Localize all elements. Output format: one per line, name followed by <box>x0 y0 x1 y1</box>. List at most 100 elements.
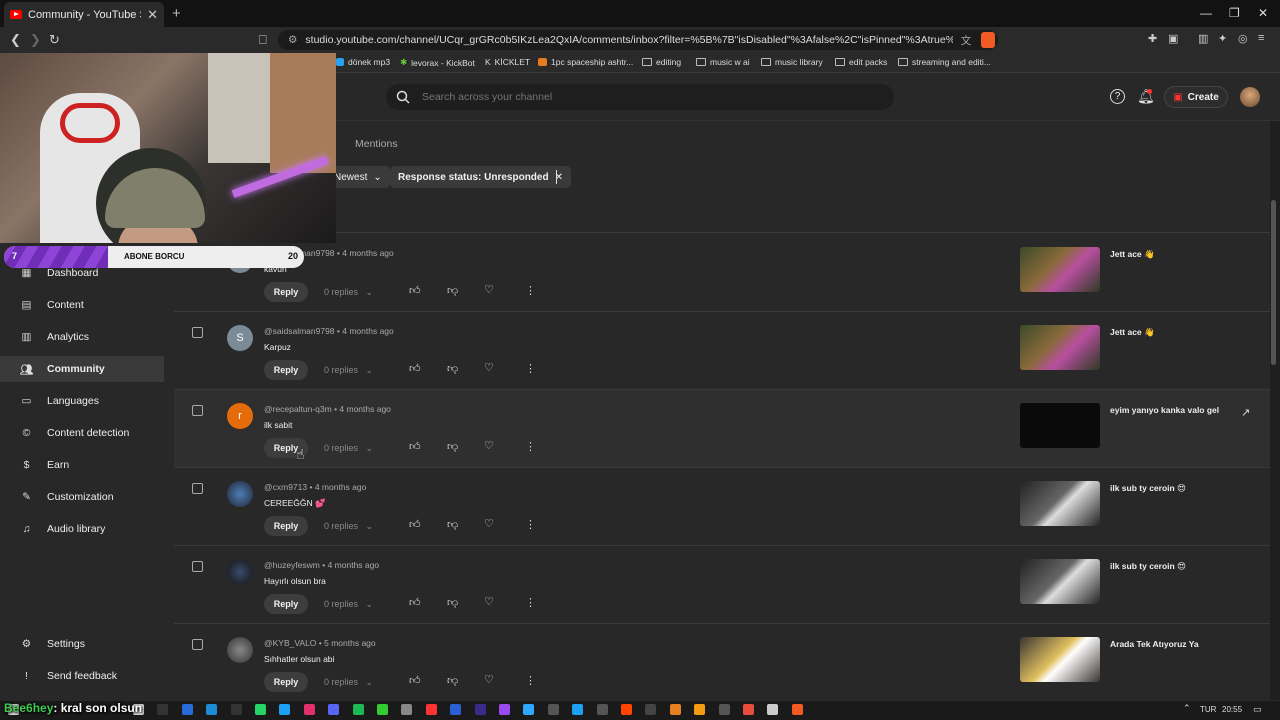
commenter-avatar[interactable]: r <box>227 403 253 429</box>
replies-toggle[interactable]: 0 replies ⌄ <box>324 521 373 532</box>
notification-center-icon[interactable]: ▭ <box>1253 704 1262 715</box>
taskbar-app-icon[interactable] <box>425 704 437 715</box>
more-options-icon[interactable]: ⋮ <box>525 284 536 297</box>
taskbar-app-icon[interactable] <box>352 704 364 715</box>
taskbar-app-icon[interactable] <box>767 704 779 715</box>
bookmark-folder[interactable]: streaming and editi... <box>898 57 991 67</box>
video-thumbnail[interactable] <box>1020 637 1100 682</box>
taskbar-app-icon[interactable] <box>206 704 218 715</box>
bookmark-item[interactable]: 1pc spaceship ashtr... <box>538 57 633 67</box>
close-window-icon[interactable]: ✕ <box>1258 6 1268 20</box>
taskbar-app-icon[interactable] <box>499 704 510 715</box>
reply-button[interactable]: Reply <box>264 282 308 302</box>
taskbar-app-icon[interactable] <box>645 704 657 715</box>
video-title[interactable]: Jett ace 👋 <box>1110 249 1155 260</box>
taskbar-clock[interactable]: 20:55 <box>1222 705 1242 714</box>
sidebar-item-audio-library[interactable]: ♫ Audio library <box>0 516 164 542</box>
replies-toggle[interactable]: 0 replies ⌄ <box>324 287 373 298</box>
url-bar[interactable]: ⚙ studio.youtube.com/channel/UCqr_grGRc0… <box>278 30 998 50</box>
taskbar-app-icon[interactable] <box>523 704 535 715</box>
menu-icon[interactable]: ≡ <box>1258 32 1264 44</box>
dislike-icon[interactable]: 👎︎ <box>447 284 458 297</box>
open-external-icon[interactable]: ↗ <box>1241 406 1250 419</box>
more-options-icon[interactable]: ⋮ <box>525 674 536 687</box>
reply-button[interactable]: Reply <box>264 360 308 380</box>
tab-mentions[interactable]: Mentions <box>355 138 398 150</box>
sidebar-toggle-icon[interactable]: ▥ <box>1198 32 1208 45</box>
filter-chip-response-status[interactable]: Response status: Unresponded ✕ <box>390 166 571 188</box>
search-input[interactable] <box>422 91 842 103</box>
forward-icon[interactable]: ❯ <box>30 32 41 48</box>
taskbar-app-icon[interactable] <box>279 704 291 715</box>
scrollbar[interactable] <box>1271 200 1276 365</box>
commenter-avatar[interactable]: S <box>227 325 253 351</box>
taskbar-app-icon[interactable] <box>743 704 754 715</box>
brave-shield-icon[interactable] <box>981 32 995 48</box>
profile-avatar[interactable] <box>1240 87 1260 107</box>
taskbar-app-icon[interactable] <box>157 704 169 715</box>
replies-toggle[interactable]: 0 replies ⌄ <box>324 443 373 454</box>
like-icon[interactable]: 👍︎ <box>409 362 421 375</box>
taskbar-app-icon[interactable] <box>474 704 486 715</box>
taskbar-app-icon[interactable] <box>718 704 730 715</box>
channel-search[interactable] <box>386 84 894 110</box>
extensions-icon[interactable]: ✚ <box>1148 32 1157 45</box>
taskbar-app-icon[interactable] <box>401 704 413 715</box>
more-options-icon[interactable]: ⋮ <box>525 518 536 531</box>
sidebar-item-analytics[interactable]: ▥ Analytics <box>0 324 164 350</box>
commenter-avatar[interactable] <box>227 559 253 585</box>
reply-button[interactable]: Reply <box>264 594 308 614</box>
video-thumbnail[interactable] <box>1020 247 1100 292</box>
taskbar-app-icon[interactable] <box>694 704 706 715</box>
heart-icon[interactable]: ♡ <box>484 673 494 686</box>
dislike-icon[interactable]: 👎︎ <box>447 596 458 609</box>
taskbar-app-icon[interactable] <box>669 704 681 715</box>
tray-chevron-icon[interactable]: ⌃ <box>1183 703 1191 714</box>
dislike-icon[interactable]: 👎︎ <box>447 362 458 375</box>
leo-icon[interactable]: ✦ <box>1218 32 1227 45</box>
like-icon[interactable]: 👍︎ <box>409 518 421 531</box>
video-title[interactable]: eyim yanıyo kanka valo gel <box>1110 405 1219 415</box>
site-info-icon[interactable]: ⚙ <box>288 34 297 46</box>
sidebar-item-content-detection[interactable]: © Content detection <box>0 420 164 446</box>
taskbar-app-icon[interactable] <box>791 704 803 715</box>
taskbar-language[interactable]: TUR <box>1200 705 1216 714</box>
dislike-icon[interactable]: 👎︎ <box>447 674 458 687</box>
more-options-icon[interactable]: ⋮ <box>525 440 536 453</box>
comment-author[interactable]: @saidsalman9798 <box>264 326 335 336</box>
replies-toggle[interactable]: 0 replies ⌄ <box>324 599 373 610</box>
taskbar-app-icon[interactable] <box>230 704 242 715</box>
minimize-icon[interactable]: — <box>1200 6 1212 20</box>
sidebar-item-settings[interactable]: ⚙ Settings <box>0 631 164 657</box>
taskbar-app-icon[interactable] <box>303 704 315 715</box>
comment-checkbox[interactable] <box>192 561 203 572</box>
video-thumbnail[interactable] <box>1020 481 1100 526</box>
comment-author[interactable]: @cxm9713 <box>264 482 307 492</box>
video-title[interactable]: ilk sub ty ceroin 😍 <box>1110 483 1186 494</box>
bookmark-folder[interactable]: music w ai <box>696 57 750 67</box>
browser-tab-active[interactable]: Community - YouTube Studio ✕ <box>4 2 164 27</box>
comment-author[interactable]: @huzeyfeswm <box>264 560 320 570</box>
sidebar-item-languages[interactable]: ▭ Languages <box>0 388 164 414</box>
taskbar-app-icon[interactable] <box>450 704 462 715</box>
heart-icon[interactable]: ♡ <box>484 361 494 374</box>
video-title[interactable]: Jett ace 👋 <box>1110 327 1155 338</box>
bookmark-folder[interactable]: editing <box>642 57 681 67</box>
comment-author[interactable]: @recepaltun-q3m <box>264 404 332 414</box>
taskbar-app-icon[interactable] <box>621 704 632 715</box>
taskbar-app-icon[interactable] <box>255 704 266 715</box>
video-title[interactable]: ilk sub ty ceroin 😍 <box>1110 561 1186 572</box>
comment-checkbox[interactable] <box>192 483 203 494</box>
replies-toggle[interactable]: 0 replies ⌄ <box>324 365 373 376</box>
help-icon[interactable]: ? <box>1110 89 1125 104</box>
commenter-avatar[interactable] <box>227 481 253 507</box>
bookmark-icon[interactable]: ⎕ <box>259 32 267 48</box>
sidebar-item-community[interactable]: 👥︎ Community <box>0 356 164 382</box>
bookmark-folder[interactable]: music library <box>761 57 823 67</box>
replies-toggle[interactable]: 0 replies ⌄ <box>324 677 373 688</box>
heart-icon[interactable]: ♡ <box>484 283 494 296</box>
notifications-icon[interactable]: 🔔︎ <box>1137 88 1155 105</box>
taskbar-app-icon[interactable] <box>572 704 584 715</box>
dislike-icon[interactable]: 👎︎ <box>447 440 458 453</box>
heart-icon[interactable]: ♡ <box>484 595 494 608</box>
